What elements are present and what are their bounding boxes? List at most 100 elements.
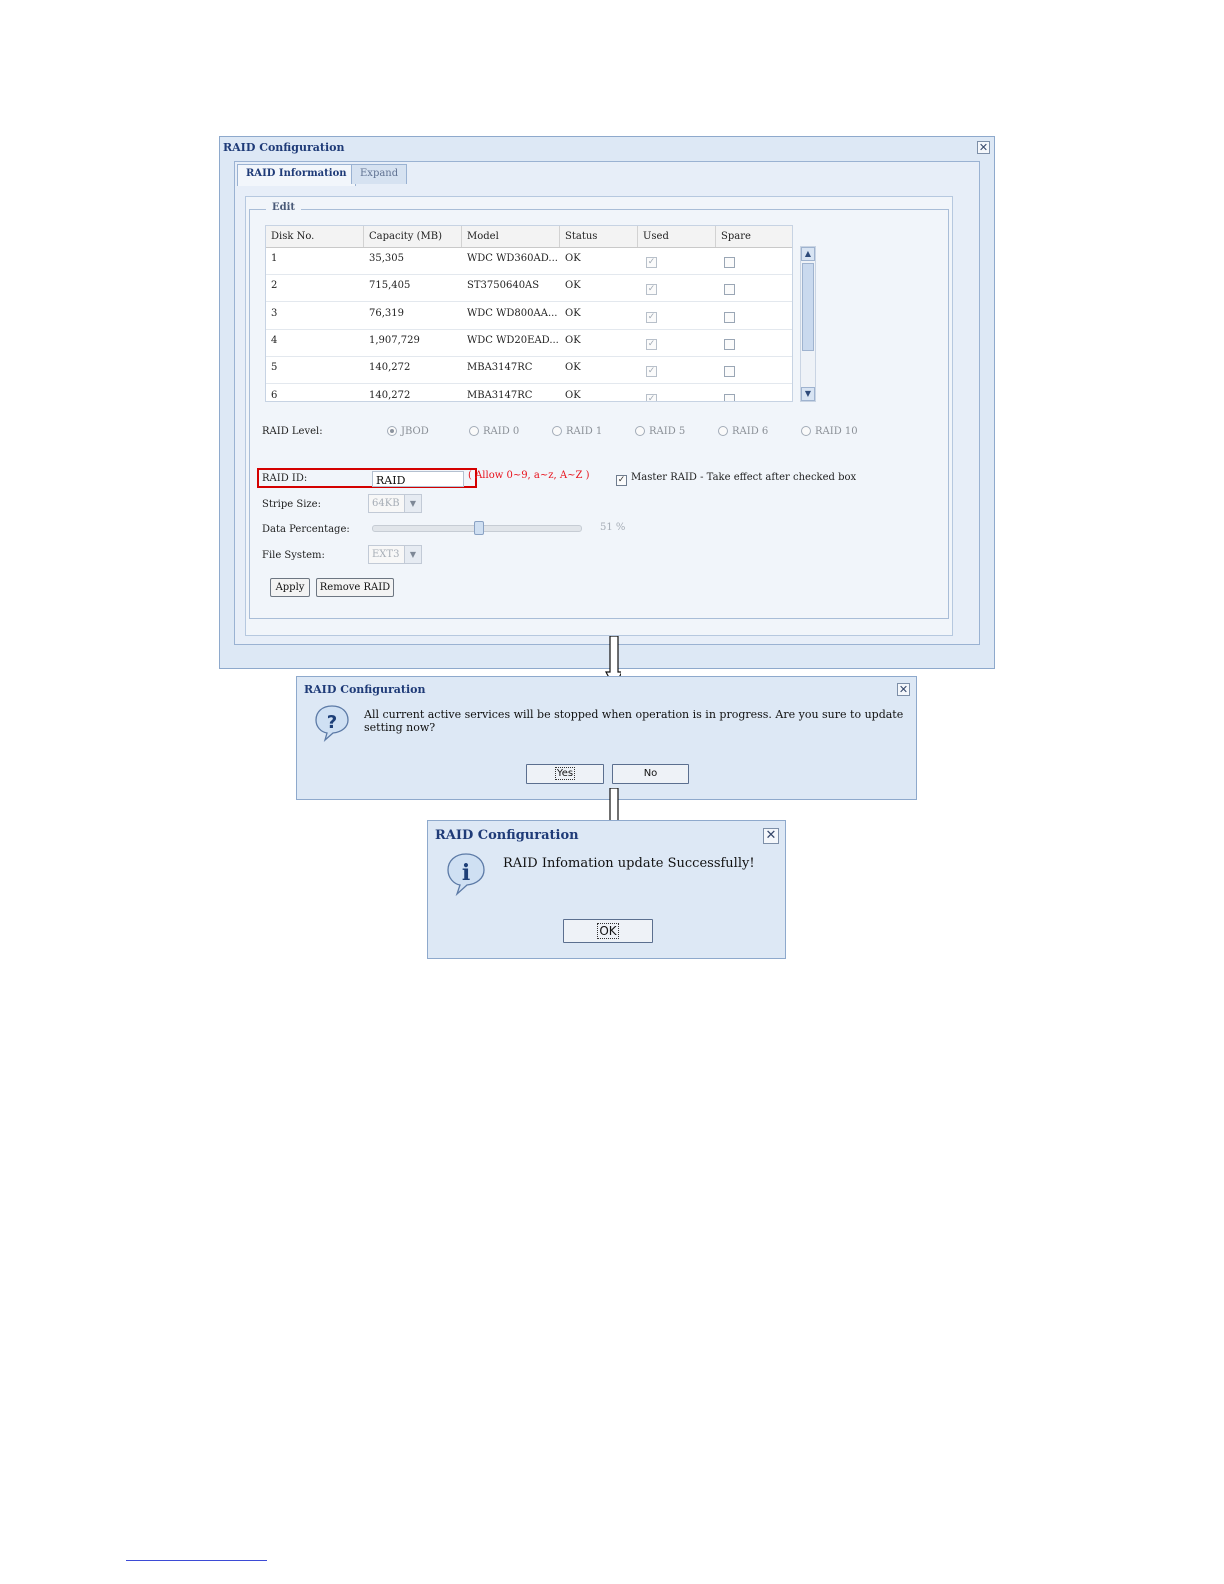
cell-status: OK [565,362,581,374]
radio-raid-5[interactable]: RAID 5 [635,426,685,437]
chevron-down-icon[interactable]: ▼ [404,546,421,563]
table-row[interactable]: 3 76,319 WDC WD800AA... OK ✓ [266,302,792,330]
scroll-thumb[interactable] [802,263,814,351]
close-icon[interactable]: ✕ [897,683,910,696]
tab-raid-information[interactable]: RAID Information [237,164,356,186]
file-system-label: File System: [262,550,325,561]
success-title: RAID Configuration [435,828,579,843]
svg-text:?: ? [327,712,337,733]
cell-model: WDC WD360AD... [467,253,558,264]
radio-dot-icon[interactable] [718,426,728,436]
data-percentage-label: Data Percentage: [262,524,350,535]
radio-dot-icon[interactable] [635,426,645,436]
radio-dot-icon[interactable] [801,426,811,436]
cell-capacity: 35,305 [369,253,404,264]
radio-dot-icon[interactable] [469,426,479,436]
spare-checkbox[interactable] [724,284,735,296]
slider-handle[interactable] [474,521,485,535]
close-icon[interactable]: ✕ [763,828,779,844]
cell-model: MBA3147RC [467,362,533,374]
stripe-size-select[interactable]: 64KB ▼ [368,494,422,513]
used-checkbox[interactable]: ✓ [646,366,657,378]
cell-model: ST3750640AS [467,280,540,292]
success-message: RAID Infomation update Successfully! [503,856,755,871]
radio-jbod[interactable]: JBOD [387,426,429,437]
raid-config-window: RAID Configuration ✕ RAID Information Ex… [219,136,995,669]
radio-dot-icon[interactable] [552,426,562,436]
confirm-title: RAID Configuration [304,683,426,696]
radio-raid-0[interactable]: RAID 0 [469,426,519,437]
master-raid-label: Master RAID - Take effect after checked … [631,472,857,483]
table-row[interactable]: 2 715,405 ST3750640AS OK ✓ [266,274,792,303]
master-raid-option[interactable]: ✓ Master RAID - Take effect after checked… [616,472,856,486]
file-system-value: EXT3 [372,549,400,560]
raid-id-input[interactable]: RAID [372,471,464,487]
data-percentage-value: 51 % [600,522,626,533]
scroll-up-icon[interactable]: ▲ [801,247,815,261]
question-icon: ? [315,705,349,742]
tab-panel: Edit Disk No. Capacity (MB) Model Status… [245,196,953,636]
cell-model: WDC WD20EAD... [467,334,559,346]
table-row[interactable]: 1 35,305 WDC WD360AD... OK ✓ [266,247,792,275]
spare-checkbox[interactable] [724,393,735,401]
cell-capacity: 76,319 [369,307,404,319]
tab-expand[interactable]: Expand [351,164,408,184]
used-checkbox[interactable]: ✓ [646,338,657,350]
window-title: RAID Configuration [223,141,345,154]
cell-disk: 4 [271,334,278,346]
cell-model: WDC WD800AA... [467,307,558,319]
used-checkbox[interactable]: ✓ [646,311,657,323]
data-percentage-slider[interactable] [372,521,582,535]
stripe-size-value: 64KB [372,498,400,509]
scroll-down-icon[interactable]: ▼ [801,387,815,401]
radio-raid-10[interactable]: RAID 10 [801,426,858,437]
spare-checkbox[interactable] [724,338,735,350]
radio-label: RAID 5 [649,426,686,437]
radio-dot-icon[interactable] [387,426,397,436]
close-icon[interactable]: ✕ [977,141,990,154]
col-status[interactable]: Status [560,226,638,247]
radio-label: RAID 6 [732,426,769,437]
cell-disk: 6 [271,389,278,401]
used-checkbox[interactable]: ✓ [646,284,657,296]
spare-checkbox[interactable] [724,366,735,378]
remove-raid-button[interactable]: Remove RAID [316,578,394,597]
ok-button[interactable]: OK [563,919,653,943]
col-capacity[interactable]: Capacity (MB) [364,226,462,247]
grid-scrollbar[interactable]: ▲ ▼ [800,246,816,402]
yes-button[interactable]: Yes [526,764,604,784]
raid-level-label: RAID Level: [262,426,323,437]
spare-checkbox[interactable] [724,311,735,323]
table-row[interactable]: 5 140,272 MBA3147RC OK ✓ [266,356,792,385]
no-button[interactable]: No [612,764,689,784]
cell-status: OK [565,389,581,401]
cell-capacity: 1,907,729 [369,334,420,346]
cell-status: OK [565,307,581,319]
col-spare[interactable]: Spare [716,226,792,247]
col-used[interactable]: Used [638,226,716,247]
disk-grid: Disk No. Capacity (MB) Model Status Used… [265,225,793,402]
yes-label: Yes [554,767,576,780]
cell-status: OK [565,253,581,264]
cell-capacity: 140,272 [369,389,411,401]
radio-raid-6[interactable]: RAID 6 [718,426,768,437]
col-model[interactable]: Model [462,226,560,247]
master-raid-checkbox[interactable]: ✓ [616,475,627,486]
info-icon: i [447,853,485,896]
spare-checkbox[interactable] [724,257,735,268]
radio-label: JBOD [401,426,429,437]
used-checkbox[interactable]: ✓ [646,257,657,268]
col-disk-no[interactable]: Disk No. [266,226,364,247]
radio-raid-1[interactable]: RAID 1 [552,426,602,437]
chevron-down-icon[interactable]: ▼ [404,495,421,512]
table-row[interactable]: 6 140,272 MBA3147RC OK ✓ [266,384,792,401]
edit-fieldset: Edit Disk No. Capacity (MB) Model Status… [249,202,949,619]
window-body: RAID Information Expand Edit Disk No. Ca… [234,161,980,645]
ok-label: OK [597,923,619,939]
stripe-size-label: Stripe Size: [262,499,321,510]
used-checkbox[interactable]: ✓ [646,393,657,401]
file-system-select[interactable]: EXT3 ▼ [368,545,422,564]
table-row[interactable]: 4 1,907,729 WDC WD20EAD... OK ✓ [266,329,792,357]
cell-status: OK [565,334,581,346]
apply-button[interactable]: Apply [270,578,310,597]
